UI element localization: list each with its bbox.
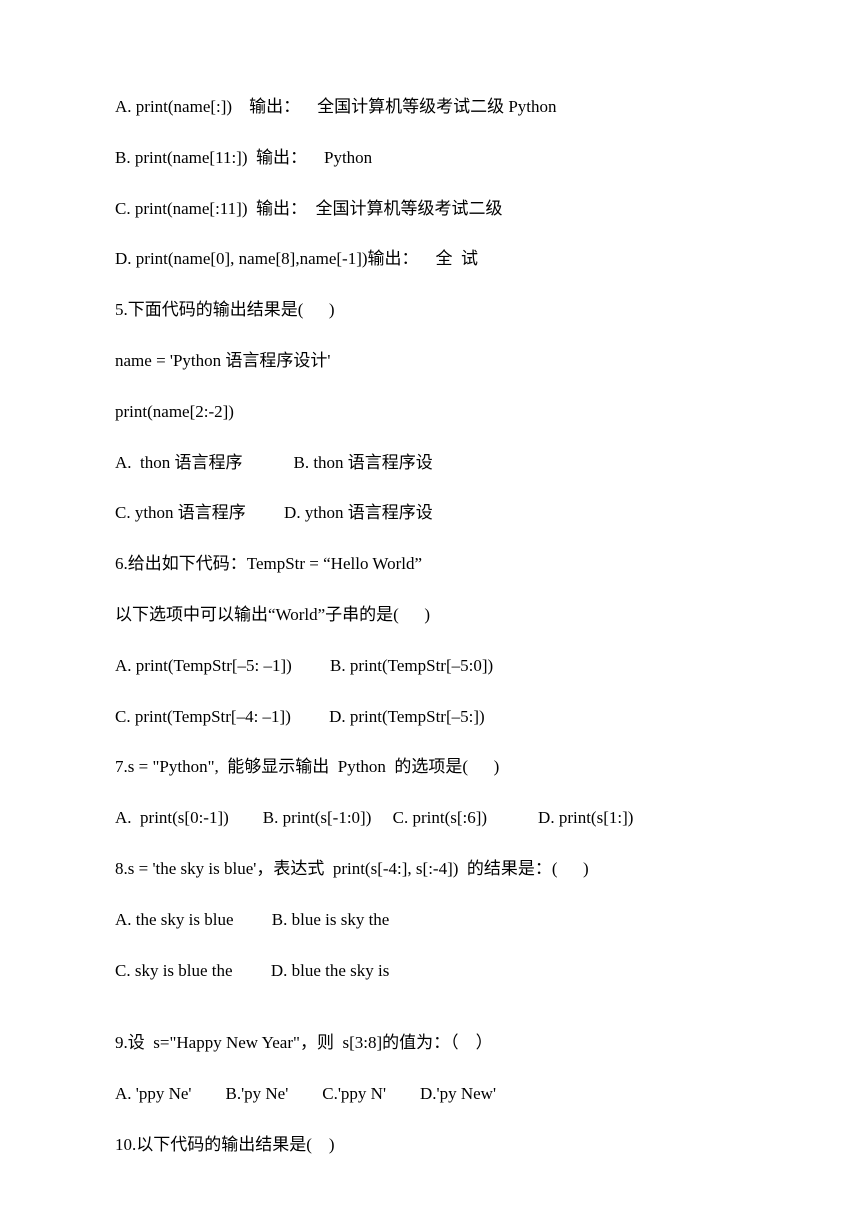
question-9-options: A. 'ppy Ne' B.'py Ne' C.'ppy N' D.'py Ne… — [115, 1082, 745, 1106]
question-option-a: A. print(name[:]) 输出： 全国计算机等级考试二级 Python — [115, 95, 745, 119]
question-6-options-cd: C. print(TempStr[–4: –1]) D. print(TempS… — [115, 705, 745, 729]
question-5-options-cd: C. ython 语言程序 D. ython 语言程序设 — [115, 501, 745, 525]
code-line: name = 'Python 语言程序设计' — [115, 349, 745, 373]
question-option-d: D. print(name[0], name[8],name[-1])输出： 全… — [115, 247, 745, 271]
question-option-c: C. print(name[:11]) 输出： 全国计算机等级考试二级 — [115, 197, 745, 221]
question-6-prompt: 以下选项中可以输出“World”子串的是( ) — [115, 603, 745, 627]
code-line: print(name[2:-2]) — [115, 400, 745, 424]
question-option-b: B. print(name[11:]) 输出： Python — [115, 146, 745, 170]
question-6-options-ab: A. print(TempStr[–5: –1]) B. print(TempS… — [115, 654, 745, 678]
question-8-options-cd: C. sky is blue the D. blue the sky is — [115, 959, 745, 983]
question-5-options-ab: A. thon 语言程序 B. thon 语言程序设 — [115, 451, 745, 475]
question-7-stem: 7.s = "Python", 能够显示输出 Python 的选项是( ) — [115, 755, 745, 779]
question-9-stem: 9.设 s="Happy New Year"，则 s[3:8]的值为：（ ） — [115, 1031, 745, 1055]
question-10-stem: 10.以下代码的输出结果是( ) — [115, 1133, 745, 1157]
question-6-stem: 6.给出如下代码：TempStr = “Hello World” — [115, 552, 745, 576]
question-8-stem: 8.s = 'the sky is blue'，表达式 print(s[-4:]… — [115, 857, 745, 881]
question-8-options-ab: A. the sky is blue B. blue is sky the — [115, 908, 745, 932]
question-5-stem: 5.下面代码的输出结果是( ) — [115, 298, 745, 322]
question-7-options: A. print(s[0:-1]) B. print(s[-1:0]) C. p… — [115, 806, 745, 830]
